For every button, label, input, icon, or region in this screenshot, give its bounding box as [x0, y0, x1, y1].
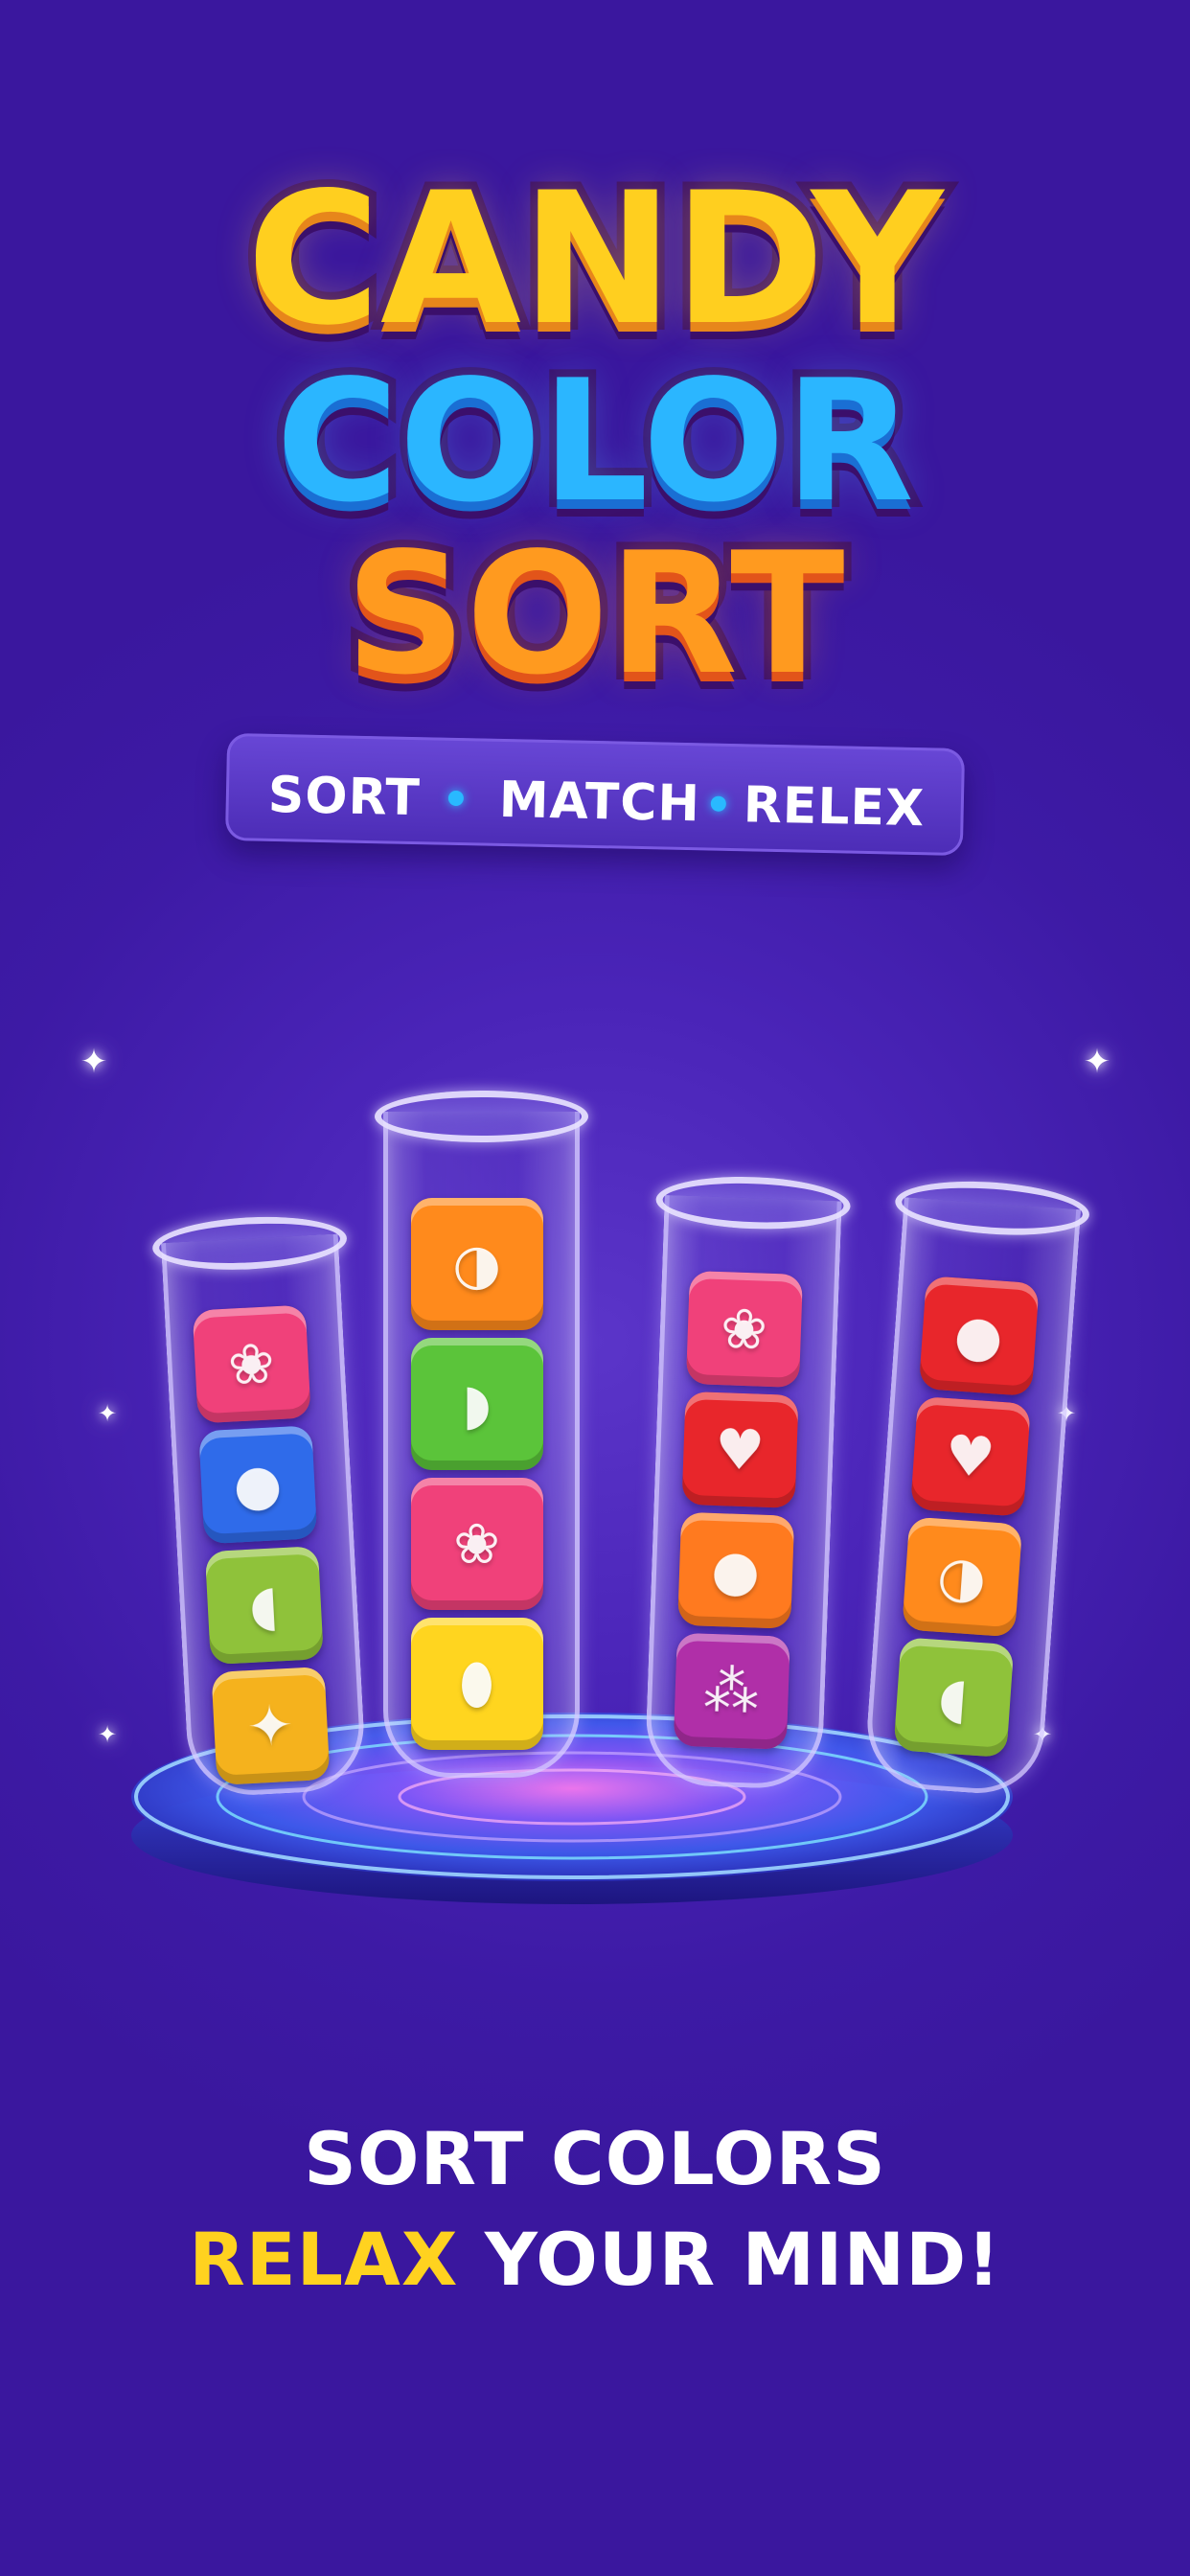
- lemon-block[interactable]: ⬮: [410, 1618, 543, 1750]
- dragon-fruit-icon: ❀: [719, 1296, 768, 1363]
- tagline-relex: RELEX: [743, 776, 926, 839]
- tagline-banner: SORT MATCH RELEX: [224, 732, 966, 857]
- dragon-fruit-icon: ❀: [453, 1511, 500, 1576]
- tube-4[interactable]: ● ♥ ◑ ◖: [862, 1175, 1091, 1798]
- papaya-block[interactable]: ◖: [892, 1637, 1014, 1759]
- logo-word-candy: CANDY: [240, 146, 951, 373]
- sparkle-icon: ✦: [97, 1721, 118, 1748]
- papaya-icon: ◖: [247, 1572, 281, 1639]
- lemon-icon: ⬮: [459, 1651, 494, 1716]
- grapes-icon: ⁂: [702, 1657, 761, 1725]
- peach-block[interactable]: ●: [676, 1511, 794, 1629]
- peach-icon: ●: [710, 1536, 762, 1604]
- orange-block[interactable]: ◑: [901, 1516, 1022, 1638]
- tube-rim: [654, 1173, 852, 1232]
- tube-2[interactable]: ◑ ◗ ❀ ⬮: [375, 1091, 588, 1778]
- apple-icon: ●: [951, 1301, 1005, 1370]
- blueberries-block[interactable]: ●: [197, 1425, 317, 1545]
- tube-rim: [893, 1175, 1091, 1241]
- grapes-block[interactable]: ⁂: [673, 1632, 790, 1750]
- sparkle-icon: ✦: [80, 1043, 108, 1081]
- dragon-fruit-block[interactable]: ❀: [685, 1270, 803, 1388]
- blueberries-icon: ●: [231, 1451, 284, 1519]
- tube-rim: [150, 1212, 349, 1275]
- logo-word-color: COLOR: [268, 337, 922, 547]
- pineapple-block[interactable]: ✦: [210, 1666, 330, 1785]
- strawberry-icon: ♥: [943, 1422, 997, 1491]
- pineapple-icon: ✦: [244, 1691, 296, 1760]
- orange-block[interactable]: ◑: [410, 1198, 543, 1330]
- watermelon-icon: ◗: [462, 1371, 492, 1437]
- tube-3[interactable]: ❀ ♥ ● ⁂: [644, 1173, 852, 1791]
- tagline-dot-2: [710, 795, 726, 812]
- sparkle-icon: ✦: [97, 1400, 118, 1427]
- tube-rim: [375, 1091, 588, 1142]
- slogan-rest: YOUR MIND!: [458, 2217, 1001, 2302]
- strawberry-block[interactable]: ♥: [681, 1391, 799, 1508]
- tagline-sort: SORT: [267, 766, 422, 828]
- orange-icon: ◑: [452, 1231, 501, 1297]
- apple-block[interactable]: ●: [918, 1276, 1040, 1397]
- dragon-fruit-block[interactable]: ❀: [410, 1478, 543, 1610]
- orange-icon: ◑: [935, 1542, 989, 1612]
- slogan-accent: RELAX: [189, 2217, 459, 2302]
- dragon-fruit-icon: ❀: [226, 1330, 277, 1398]
- tagline-dot-1: [447, 790, 465, 807]
- tube-1[interactable]: ❀ ● ◖ ✦: [150, 1212, 368, 1799]
- dragon-fruit-block[interactable]: ❀: [192, 1304, 311, 1424]
- slogan-line-1: SORT COLORS: [304, 2116, 886, 2201]
- strawberry-block[interactable]: ♥: [909, 1395, 1031, 1517]
- strawberry-icon: ♥: [713, 1415, 767, 1484]
- logo-word-sort: SORT: [337, 510, 852, 720]
- papaya-icon: ◖: [936, 1664, 971, 1732]
- slogan-line-2: RELAX YOUR MIND!: [0, 2217, 1190, 2302]
- watermelon-block[interactable]: ◗: [410, 1338, 543, 1470]
- sparkle-icon: ✦: [1083, 1043, 1111, 1081]
- tagline-match: MATCH: [498, 770, 701, 834]
- papaya-block[interactable]: ◖: [204, 1546, 324, 1666]
